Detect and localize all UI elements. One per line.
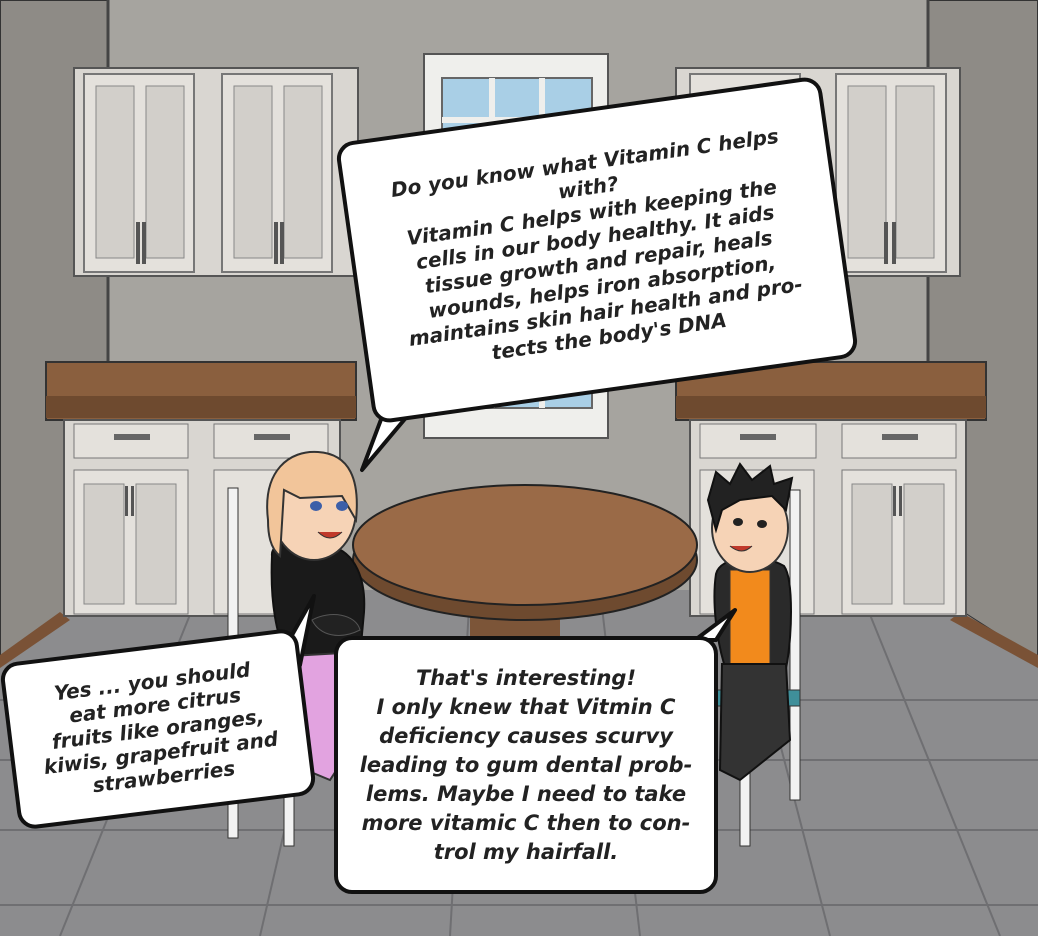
comic-panel: Do you know what Vitamin C helps with? V… [0, 0, 1038, 936]
boy-character [706, 462, 794, 782]
bubble-text-line: more vitamic C then to con- [361, 810, 691, 835]
bubble-text-line: That's interesting! [415, 665, 637, 690]
bubble-text-line: lems. Maybe I need to take [365, 781, 687, 806]
speech-bubble-boy: That's interesting! I only knew that Vit… [334, 636, 718, 894]
upper-cabinet-left [73, 67, 359, 277]
bubble-text-line: deficiency causes scurvy [379, 723, 673, 748]
bubble-text-line: leading to gum dental prob- [359, 752, 693, 777]
bubble-text-line: I only knew that Vitmin C [376, 694, 676, 719]
bubble-text-line: trol my hairfall. [433, 839, 619, 864]
